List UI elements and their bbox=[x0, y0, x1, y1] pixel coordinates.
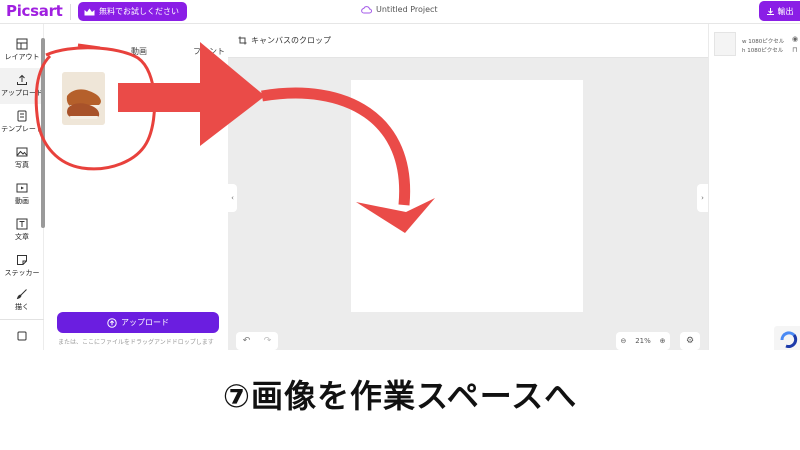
rail-item-label: アップロード bbox=[1, 89, 43, 97]
caption-area: ⑦画像を作業スペースへ bbox=[0, 350, 800, 450]
shoe-photo-icon bbox=[62, 72, 105, 125]
layout-icon bbox=[16, 38, 28, 50]
crop-label: キャンバスのクロップ bbox=[251, 36, 331, 45]
header-divider bbox=[70, 4, 71, 20]
export-label: 輸出 bbox=[777, 6, 794, 16]
crown-icon bbox=[84, 8, 95, 15]
template-icon bbox=[17, 110, 27, 122]
upload-icon bbox=[17, 74, 27, 85]
text-icon bbox=[16, 218, 28, 230]
recaptcha-badge bbox=[774, 326, 800, 350]
zoom-in-icon[interactable]: ⊕ bbox=[660, 337, 666, 345]
upload-button-label: アップロード bbox=[121, 318, 169, 327]
rail-item-label: ステッカー bbox=[4, 269, 40, 277]
picsart-editor: Picsart 無料でお試しください Untitled Project 輸出 レ… bbox=[0, 0, 800, 350]
eye-icon[interactable]: ◉ bbox=[792, 35, 798, 43]
zoom-level[interactable]: 21% bbox=[635, 337, 651, 345]
rail-item-folder[interactable] bbox=[0, 322, 44, 350]
brush-icon bbox=[16, 289, 27, 300]
collapse-left-panel-button[interactable]: ‹ bbox=[228, 184, 237, 212]
video-icon bbox=[16, 183, 28, 193]
undo-icon[interactable]: ↶ bbox=[243, 336, 251, 346]
canvas-height[interactable]: h 1080ピクセル bbox=[742, 46, 783, 54]
tab-video[interactable]: 動画 bbox=[131, 46, 147, 57]
rail-item-label: レイアウト bbox=[4, 53, 40, 61]
left-tool-rail: レイアウト アップロード テンプレート 写真 動画 文章 ステッカー 描く bbox=[0, 24, 45, 350]
rail-item-label: 写真 bbox=[15, 161, 29, 169]
lock-icon[interactable]: ⊓ bbox=[792, 46, 797, 54]
zoom-controls: ⊖ 21% ⊕ bbox=[616, 332, 670, 350]
rail-item-photo[interactable]: 写真 bbox=[0, 140, 44, 176]
top-header: Picsart 無料でお試しください Untitled Project 輸出 bbox=[0, 0, 800, 24]
upload-panel: 動画 フォント アップロード または、ここにファイルをドラッグアンドドロップしま… bbox=[45, 24, 228, 350]
download-icon bbox=[766, 7, 774, 15]
rail-item-template[interactable]: テンプレート bbox=[0, 104, 44, 140]
rail-item-upload[interactable]: アップロード bbox=[0, 68, 44, 104]
artboard-canvas[interactable] bbox=[351, 80, 583, 312]
chevron-right-icon: › bbox=[701, 194, 704, 202]
rail-item-sticker[interactable]: ステッカー bbox=[0, 248, 44, 284]
try-free-button[interactable]: 無料でお試しください bbox=[78, 2, 187, 21]
caption-text: ⑦画像を作業スペースへ bbox=[222, 377, 578, 415]
rail-divider bbox=[0, 319, 44, 320]
tab-font[interactable]: フォント bbox=[193, 46, 225, 57]
redo-icon[interactable]: ↷ bbox=[264, 336, 272, 346]
canvas-preview-thumbnail bbox=[714, 32, 736, 56]
workspace: キャンバスのクロップ ‹ › ↶ ↷ ⊖ 21% ⊕ ⚙ bbox=[228, 24, 708, 350]
project-title: Untitled Project bbox=[376, 5, 438, 14]
gear-icon: ⚙ bbox=[685, 336, 695, 346]
rail-item-draw[interactable]: 描く bbox=[0, 282, 44, 318]
drag-drop-hint: または、ここにファイルをドラッグアンドドロップします bbox=[58, 339, 214, 346]
folder-icon bbox=[17, 331, 27, 341]
cloud-sync-icon bbox=[361, 6, 372, 14]
recaptcha-icon bbox=[780, 331, 798, 348]
zoom-out-icon[interactable]: ⊖ bbox=[620, 337, 626, 345]
upload-cloud-icon bbox=[107, 317, 117, 328]
workspace-toolbar: キャンバスのクロップ bbox=[228, 24, 708, 58]
rail-item-label: 描く bbox=[15, 303, 29, 311]
upload-button[interactable]: アップロード bbox=[57, 312, 219, 333]
collapse-right-panel-button[interactable]: › bbox=[697, 184, 708, 212]
undo-redo-group: ↶ ↷ bbox=[236, 332, 278, 350]
canvas-crop-button[interactable]: キャンバスのクロップ bbox=[238, 35, 331, 46]
right-properties-panel: w 1080ピクセル h 1080ピクセル ◉ ⊓ bbox=[708, 24, 800, 350]
rail-item-label: 動画 bbox=[15, 197, 29, 205]
rail-item-layout[interactable]: レイアウト bbox=[0, 32, 44, 68]
rail-item-text[interactable]: 文章 bbox=[0, 212, 44, 248]
try-free-label: 無料でお試しください bbox=[99, 7, 179, 16]
sticker-icon bbox=[17, 255, 27, 265]
canvas-width[interactable]: w 1080ピクセル bbox=[742, 37, 784, 45]
picsart-logo[interactable]: Picsart bbox=[6, 2, 63, 20]
rail-item-video[interactable]: 動画 bbox=[0, 176, 44, 212]
chevron-left-icon: ‹ bbox=[231, 194, 234, 202]
uploaded-shoe-thumbnail[interactable] bbox=[62, 72, 105, 125]
photo-icon bbox=[16, 147, 28, 157]
project-title-area[interactable]: Untitled Project bbox=[361, 5, 438, 14]
rail-item-label: テンプレート bbox=[1, 125, 43, 133]
export-button[interactable]: 輸出 bbox=[759, 1, 800, 21]
rail-item-label: 文章 bbox=[15, 233, 29, 241]
crop-icon bbox=[238, 36, 247, 45]
workspace-settings-button[interactable]: ⚙ bbox=[680, 332, 700, 350]
